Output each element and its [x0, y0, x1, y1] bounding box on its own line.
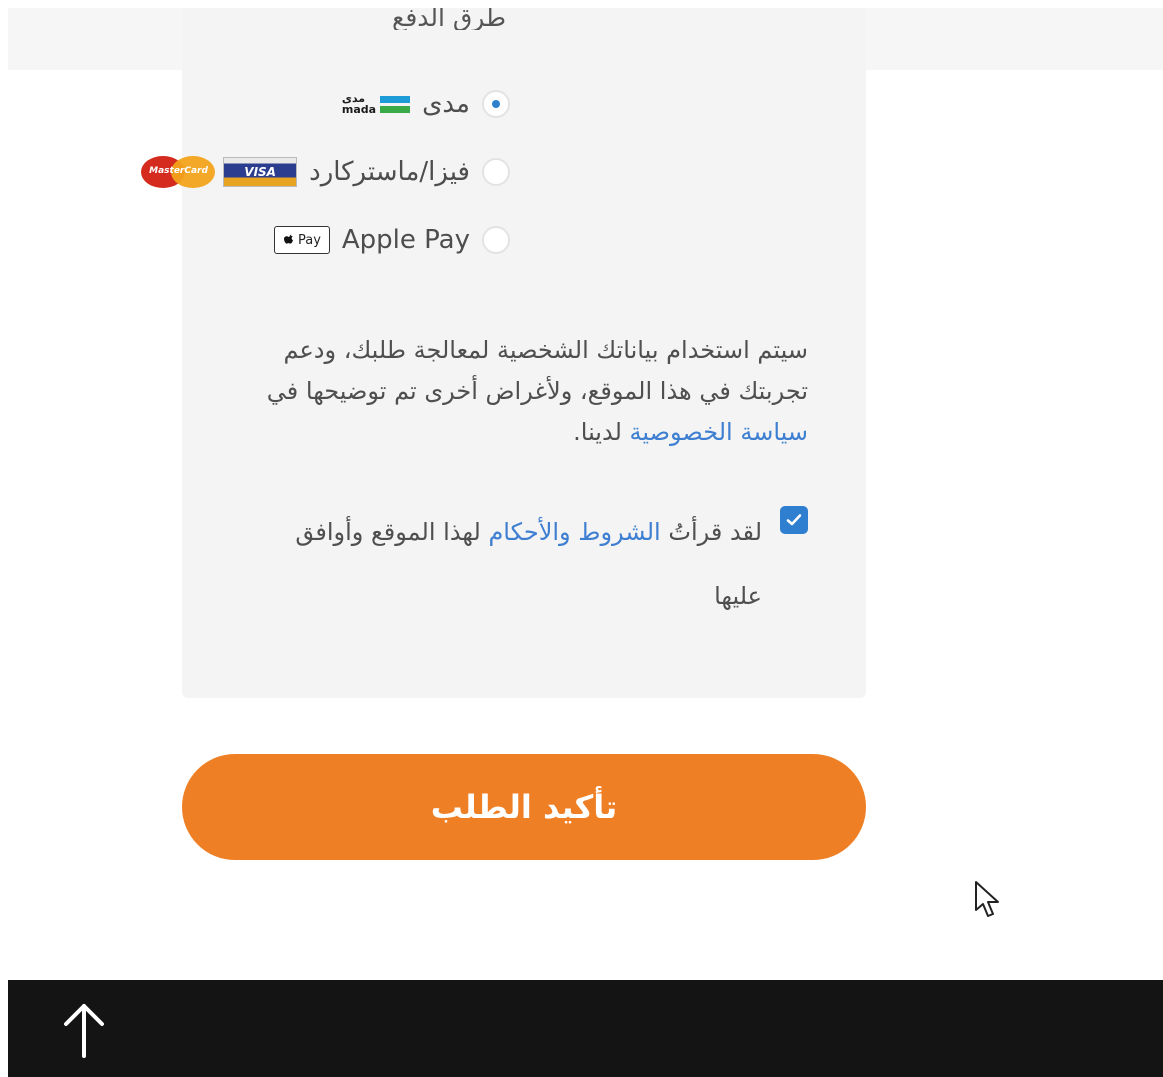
mada-radio[interactable] [482, 90, 510, 118]
mada-logo-text-en: mada [341, 103, 377, 116]
arrow-up-icon[interactable] [56, 1000, 112, 1060]
payment-option-cards[interactable]: فيزا/ماستركارد MasterCard VISA [141, 152, 510, 192]
terms-text-start: لقد قرأتُ [668, 518, 762, 546]
terms-agreement: لقد قرأتُ الشروط والأحكام لهذا الموقع وأ… [262, 500, 808, 628]
apple-icon [283, 234, 293, 244]
terms-label: لقد قرأتُ الشروط والأحكام لهذا الموقع وأ… [262, 500, 762, 628]
payment-option-applepay[interactable]: Apple Pay Pay [273, 220, 510, 260]
payment-option-mada[interactable]: مدى مدى mada [342, 84, 510, 124]
privacy-notice: سيتم استخدام بياناتك الشخصية لمعالجة طلب… [262, 330, 808, 453]
terms-conditions-link[interactable]: الشروط والأحكام [488, 518, 660, 546]
cards-radio[interactable] [482, 158, 510, 186]
applepay-label: Apple Pay [341, 225, 470, 255]
applepay-badge: Pay [273, 226, 330, 254]
mastercard-logo: MasterCard [141, 156, 217, 188]
mada-logo: مدى mada [341, 93, 411, 116]
applepay-radio[interactable] [482, 226, 510, 254]
visa-logo: VISA [223, 157, 298, 187]
privacy-text: سيتم استخدام بياناتك الشخصية لمعالجة طلب… [266, 336, 808, 405]
check-icon [786, 514, 802, 526]
cards-logos: MasterCard VISA [141, 156, 298, 188]
applepay-badge-text: Pay [297, 232, 321, 248]
terms-checkbox[interactable] [780, 506, 808, 534]
mada-label: مدى [422, 89, 470, 119]
payment-methods-title: طرق الدفع [392, 8, 506, 30]
mada-bars-icon [380, 95, 411, 113]
footer-bar [8, 980, 1163, 1077]
privacy-policy-link[interactable]: سياسة الخصوصية [630, 418, 808, 446]
mouse-pointer-icon [975, 881, 999, 917]
confirm-order-button[interactable]: تأكيد الطلب [182, 754, 866, 860]
cards-label: فيزا/ماستركارد [309, 157, 470, 187]
privacy-text-end: لدينا. [573, 418, 622, 446]
